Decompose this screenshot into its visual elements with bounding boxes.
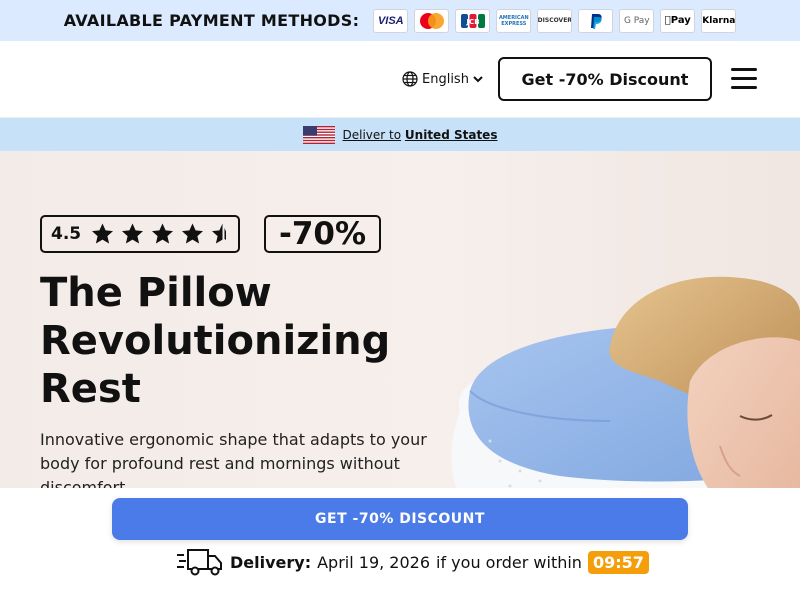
payment-methods-label: AVAILABLE PAYMENT METHODS: xyxy=(63,11,360,30)
get-discount-button[interactable]: GET -70% DISCOUNT xyxy=(112,498,688,540)
deliver-to-prefix: Deliver to xyxy=(342,127,402,142)
language-selector[interactable]: English xyxy=(402,71,483,87)
delivery-suffix: if you order within xyxy=(436,552,582,572)
globe-icon xyxy=(402,71,418,87)
header-discount-button[interactable]: Get -70% Discount xyxy=(498,57,712,101)
us-flag-icon xyxy=(302,125,335,144)
site-header: English Get -70% Discount xyxy=(0,41,800,118)
visa-icon: VISA xyxy=(373,8,409,33)
hero-title: The Pillow Revolutionizing Rest xyxy=(40,270,391,412)
star-icon xyxy=(122,223,144,244)
hero-subtitle: Innovative ergonomic shape that adapts t… xyxy=(40,430,427,488)
menu-icon[interactable] xyxy=(731,68,757,90)
jcb-icon: JCB xyxy=(455,8,491,33)
star-icon xyxy=(152,223,174,244)
chevron-down-icon xyxy=(473,76,483,83)
delivery-date: April 19, 2026 xyxy=(317,552,431,572)
paypal-icon xyxy=(578,8,614,33)
deliver-to-link[interactable]: Deliver to United States xyxy=(343,128,498,142)
deliver-to-bar: Deliver to United States xyxy=(0,118,800,151)
svg-text:JCB: JCB xyxy=(465,18,479,26)
delivery-info: Delivery: April 19, 2026 if you order wi… xyxy=(176,547,649,577)
apple-pay-icon: Pay xyxy=(660,8,696,33)
discover-icon: DISCOVER xyxy=(537,8,573,33)
star-icon xyxy=(92,223,114,244)
delivery-label: Delivery: xyxy=(230,552,312,572)
star-icon xyxy=(182,223,204,244)
hero-section: 4.5 -70% The Pillow Revolutionizing Rest… xyxy=(0,151,800,488)
language-label: English xyxy=(422,71,469,87)
google-pay-icon: G Pay xyxy=(619,8,655,33)
rating-badge: 4.5 xyxy=(40,215,240,253)
mastercard-icon xyxy=(414,8,450,33)
amex-icon: AMERICAN EXPRESS xyxy=(496,8,532,33)
sticky-purchase-bar: GET -70% DISCOUNT Delivery: April 19, 20… xyxy=(0,488,800,600)
rating-value: 4.5 xyxy=(51,224,82,244)
payment-methods-bar: AVAILABLE PAYMENT METHODS: VISA JCB AMER… xyxy=(0,0,800,41)
discount-badge: -70% xyxy=(264,215,381,253)
countdown-timer: 09:57 xyxy=(587,550,649,574)
klarna-icon: Klarna xyxy=(701,8,737,33)
half-star-icon xyxy=(212,223,227,244)
delivery-truck-icon xyxy=(177,549,222,576)
deliver-country: United States xyxy=(404,127,498,142)
pillow-product-image xyxy=(451,276,800,488)
